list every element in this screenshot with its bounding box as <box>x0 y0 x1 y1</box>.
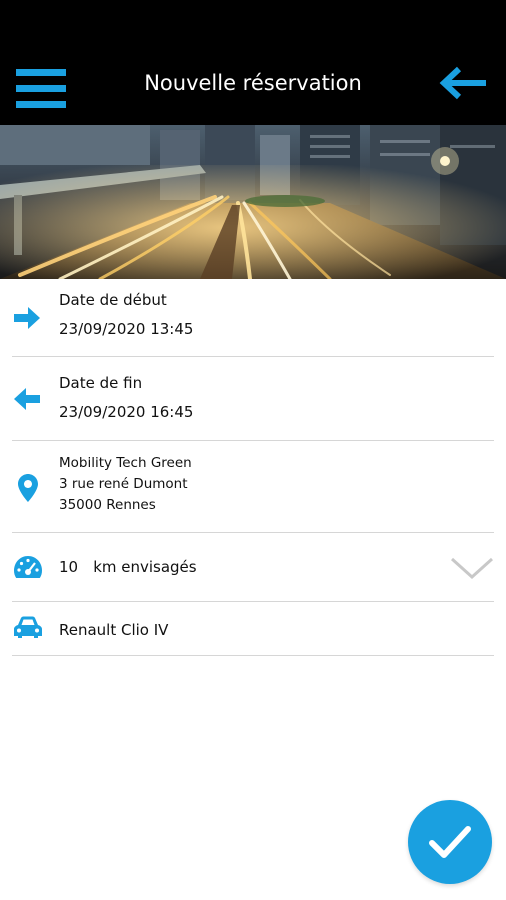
distance-value[interactable]: 10 <box>59 558 78 576</box>
location-city: 35000 Rennes <box>59 497 156 513</box>
end-date-label: Date de fin <box>59 374 143 392</box>
start-date-row[interactable]: Date de début 23/09/2020 13:45 <box>12 279 494 357</box>
end-date-row[interactable]: Date de fin 23/09/2020 16:45 <box>12 357 494 441</box>
distance-row[interactable]: 10 km envisagés <box>12 533 494 602</box>
start-date-label: Date de début <box>59 291 167 309</box>
back-arrow-icon[interactable] <box>438 66 488 100</box>
car-icon <box>13 615 43 643</box>
speedometer-icon <box>13 555 43 583</box>
vehicle-row[interactable]: Renault Clio IV <box>12 602 494 656</box>
location-street: 3 rue rené Dumont <box>59 476 188 492</box>
arrow-right-icon <box>12 305 42 335</box>
map-pin-icon <box>18 474 38 506</box>
location-row[interactable]: Mobility Tech Green 3 rue rené Dumont 35… <box>12 441 494 533</box>
confirm-button[interactable] <box>408 800 492 884</box>
check-icon <box>429 826 471 858</box>
end-date-value: 23/09/2020 16:45 <box>59 403 194 421</box>
location-name: Mobility Tech Green <box>59 455 192 471</box>
status-bar <box>0 0 506 54</box>
chevron-down-icon[interactable] <box>449 555 495 585</box>
start-date-value: 23/09/2020 13:45 <box>59 320 194 338</box>
header-image <box>0 125 506 279</box>
arrow-left-icon <box>12 386 42 416</box>
distance-unit: km envisagés <box>93 558 197 576</box>
vehicle-label: Renault Clio IV <box>59 621 169 639</box>
app-bar: Nouvelle réservation <box>0 54 506 125</box>
page-title: Nouvelle réservation <box>144 71 362 95</box>
